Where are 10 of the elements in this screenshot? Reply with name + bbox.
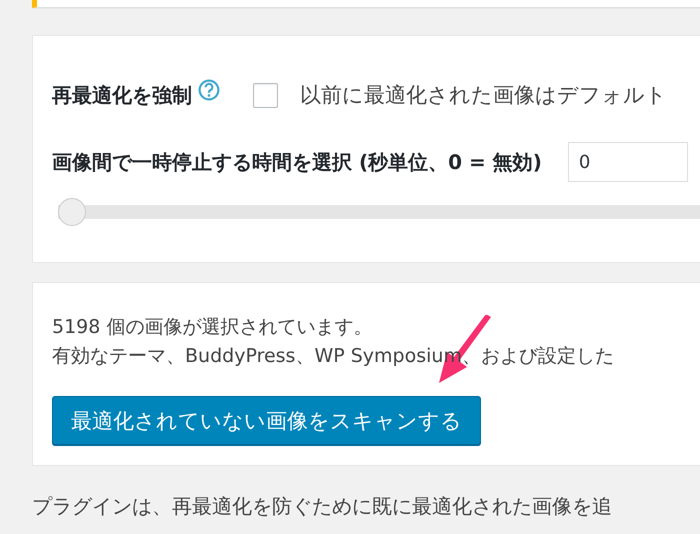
checkbox[interactable] (253, 82, 278, 108)
info-text: 5198 個の画像が選択されています。 (52, 315, 372, 340)
number-field[interactable]: 0 (568, 142, 688, 182)
help-icon[interactable] (198, 79, 220, 101)
field-label: 画像間で一時停止する時間を選択 (秒単位、0 = 無効) (52, 148, 542, 176)
description-text: プラグインは、再最適化を防ぐために既に最適化された画像を追 (32, 493, 613, 520)
slider-thumb[interactable] (58, 198, 86, 226)
field-label: 再最適化を強制 (52, 82, 192, 108)
checkbox-label: 以前に最適化された画像はデフォルト (300, 82, 667, 109)
scan-button[interactable]: 最適化されていない画像をスキャンする (52, 396, 481, 445)
